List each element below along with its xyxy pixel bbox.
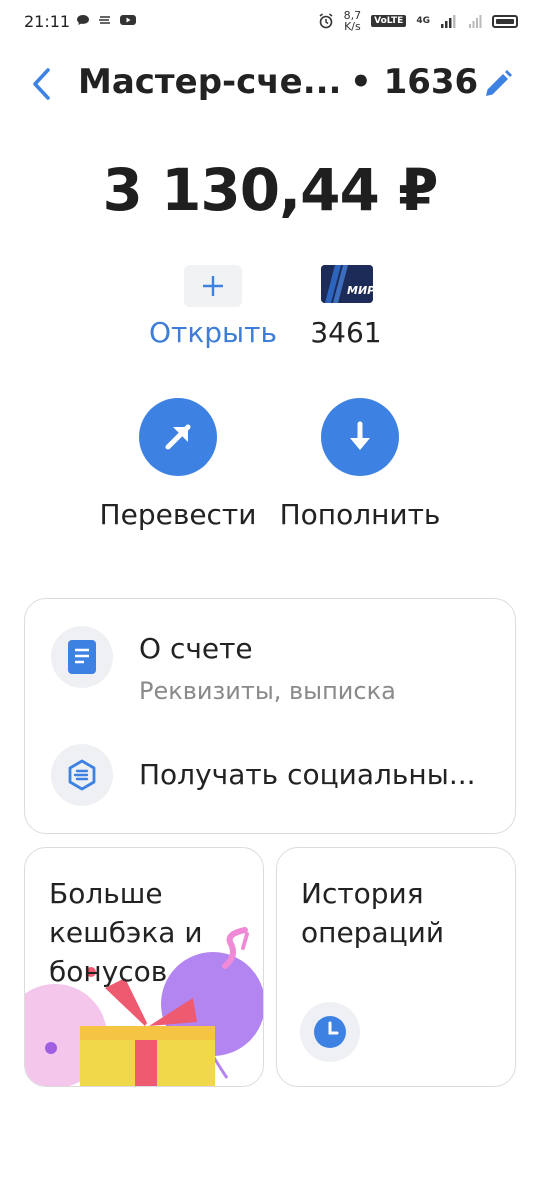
network-type: 4G bbox=[416, 16, 430, 26]
card-brand-text: МИР bbox=[347, 284, 373, 297]
card-number[interactable]: 3461 bbox=[296, 316, 396, 349]
account-balance: 3 130,44 ₽ bbox=[102, 156, 439, 224]
mir-card-graphic: МИР bbox=[321, 265, 373, 303]
status-right-icons: 8,7 K/s VoLTE 4G bbox=[318, 10, 518, 32]
topup-label[interactable]: Пополнить bbox=[270, 498, 450, 531]
transfer-label[interactable]: Перевести bbox=[88, 498, 268, 531]
document-icon bbox=[68, 640, 96, 674]
history-text: История операций bbox=[301, 877, 445, 949]
account-number-suffix: • 1636 bbox=[350, 62, 479, 102]
about-account-icon-wrap[interactable] bbox=[51, 626, 113, 688]
open-card-button[interactable] bbox=[184, 265, 242, 307]
topup-button[interactable] bbox=[321, 398, 399, 476]
volte-badge: VoLTE bbox=[371, 15, 407, 27]
chat-bubble-icon bbox=[77, 15, 89, 25]
clock-icon bbox=[314, 1016, 346, 1048]
arrow-up-right-icon bbox=[165, 424, 191, 450]
menu-lines-icon bbox=[99, 16, 110, 24]
status-time: 21:11 bbox=[24, 12, 71, 31]
youtube-icon bbox=[120, 15, 136, 25]
open-card-label[interactable]: Открыть bbox=[140, 316, 286, 349]
cashback-tile[interactable]: Больше кешбэка и бонусов bbox=[24, 847, 264, 1087]
transfer-button[interactable] bbox=[139, 398, 217, 476]
alarm-icon bbox=[319, 13, 333, 29]
about-account-subtitle[interactable]: Реквизиты, выписка bbox=[139, 677, 396, 705]
arrow-down-icon bbox=[350, 421, 370, 450]
back-button[interactable] bbox=[26, 66, 58, 102]
plus-icon bbox=[203, 276, 223, 296]
status-notification-icons bbox=[76, 14, 136, 26]
pencil-icon bbox=[486, 70, 512, 96]
mir-card-icon[interactable]: МИР bbox=[321, 265, 373, 303]
social-payments-icon-wrap[interactable] bbox=[51, 744, 113, 806]
account-title[interactable]: Мастер-сче... bbox=[78, 62, 341, 102]
network-speed: 8,7 K/s bbox=[344, 10, 362, 32]
edit-button[interactable] bbox=[482, 68, 514, 100]
cashback-text: Больше кешбэка и бонусов bbox=[49, 877, 203, 988]
battery-icon bbox=[492, 14, 518, 28]
social-payments-title[interactable]: Получать социальны... bbox=[139, 758, 476, 791]
social-payments-icon bbox=[68, 759, 96, 791]
chevron-left-icon bbox=[33, 68, 50, 100]
signal-2-icon bbox=[469, 15, 482, 28]
signal-icon bbox=[441, 15, 456, 28]
history-icon-wrap[interactable] bbox=[300, 1002, 360, 1062]
about-account-title[interactable]: О счете bbox=[139, 632, 253, 665]
speed-unit: K/s bbox=[344, 20, 361, 33]
